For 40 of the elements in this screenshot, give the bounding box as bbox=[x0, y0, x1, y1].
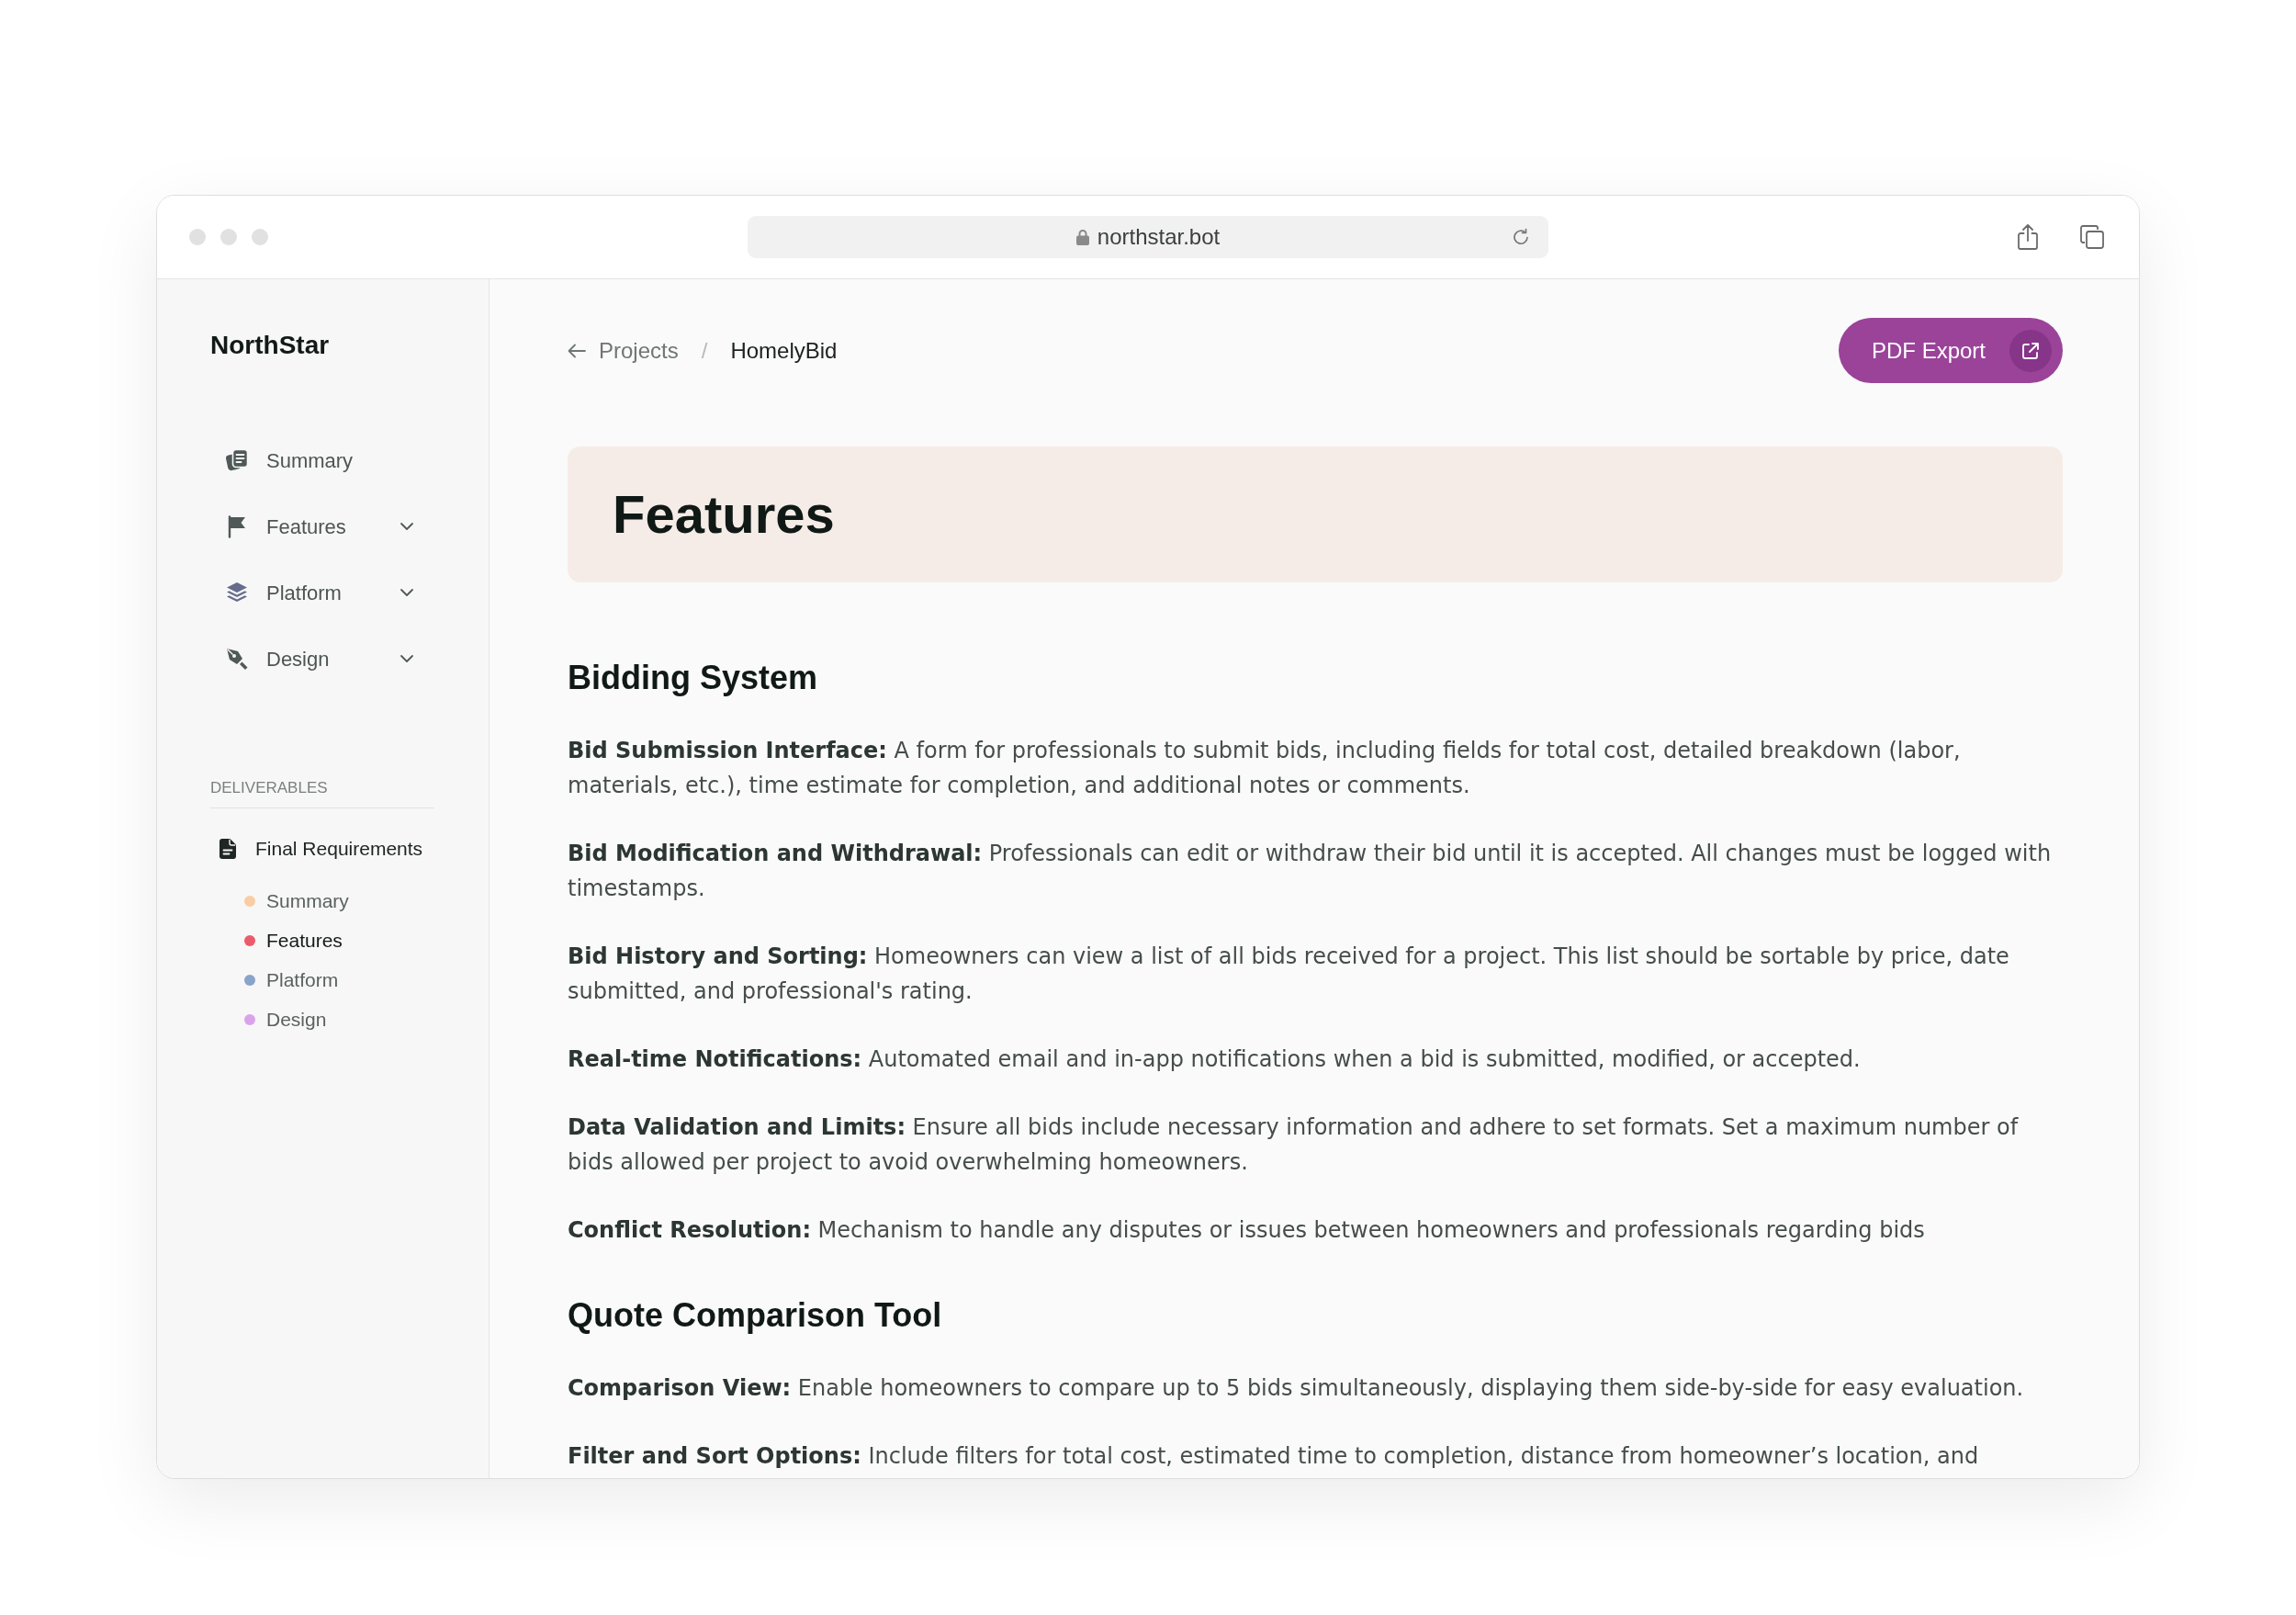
back-link[interactable]: Projects bbox=[568, 333, 679, 367]
feature-description: Bid Modification and Withdrawal: Professionals can edit or withdraw their bid until it is accepted. All changes must be logged with timestamps. bbox=[568, 840, 2053, 903]
document-section-link[interactable]: Platform bbox=[210, 965, 489, 996]
breadcrumb-current: HomelyBid bbox=[730, 336, 838, 365]
nav-item[interactable]: Summary bbox=[210, 435, 434, 486]
chevron-down-icon bbox=[400, 522, 414, 531]
document-section-link[interactable]: Summary bbox=[210, 886, 489, 917]
app-logo: NorthStar bbox=[210, 330, 330, 361]
document-section-link[interactable]: Features bbox=[210, 925, 489, 956]
nav-item[interactable]: Design bbox=[210, 633, 434, 684]
arrow-left-icon bbox=[568, 343, 586, 358]
feature-description: Filter and Sort Options: Include filters for total cost, estimated time to completion, distance from homeowner’s location, and bbox=[568, 1442, 1980, 1471]
document-icon bbox=[219, 839, 236, 859]
documents-icon bbox=[225, 448, 249, 472]
feature-description: Data Validation and Limits: Ensure all bids include necessary information and adhere to set formats. Set a maximum number of bids allowed per project to avoid overwhelming homeowners. bbox=[568, 1113, 2020, 1177]
feature-description: Bid Submission Interface: A form for professionals to submit bids, including fields for total cost, detailed breakdown (labor, materials, etc.), time estimate for completion, and additional notes or comments. bbox=[568, 737, 1962, 800]
share-icon[interactable] bbox=[2017, 223, 2039, 251]
section-heading: Bidding System bbox=[568, 658, 819, 698]
reload-icon[interactable] bbox=[1512, 228, 1530, 246]
nav-item[interactable]: Platform bbox=[210, 567, 434, 618]
section-label: DELIVERABLES bbox=[210, 777, 434, 808]
feature-description: Conflict Resolution: Mechanism to handle any disputes or issues between homeowners and professionals regarding bids bbox=[568, 1216, 1926, 1245]
lock-icon bbox=[1075, 229, 1089, 245]
feature-description: Real-time Notifications: Automated email and in-app notifications when a bid is submitted, modified, or accepted. bbox=[568, 1045, 1862, 1074]
document-link[interactable]: Final Requirements bbox=[210, 830, 423, 867]
nav-item[interactable]: Features bbox=[210, 501, 434, 552]
pen-nib-icon bbox=[225, 647, 249, 671]
address-bar[interactable]: northstar.bot bbox=[748, 216, 1548, 258]
layers-icon bbox=[225, 581, 249, 604]
breadcrumb-separator: / bbox=[701, 336, 708, 365]
page-title: Features bbox=[613, 483, 835, 546]
chevron-down-icon bbox=[400, 588, 414, 597]
pdf-export-button[interactable]: PDF Export bbox=[1838, 318, 2063, 383]
external-link-icon bbox=[2009, 329, 2052, 372]
section-heading: Quote Comparison Tool bbox=[568, 1295, 943, 1336]
copy-icon[interactable] bbox=[2079, 224, 2105, 250]
chevron-down-icon bbox=[400, 654, 414, 663]
document-section-link[interactable]: Design bbox=[210, 1004, 489, 1035]
feature-description: Bid History and Sorting: Homeowners can view a list of all bids received for a project. This list should be sortable by price, date submitted, and professional's rating. bbox=[568, 943, 2010, 1006]
feature-description: Comparison View: Enable homeowners to compare up to 5 bids simultaneously, displaying them side-by-side for easy evaluation. bbox=[568, 1374, 2025, 1403]
